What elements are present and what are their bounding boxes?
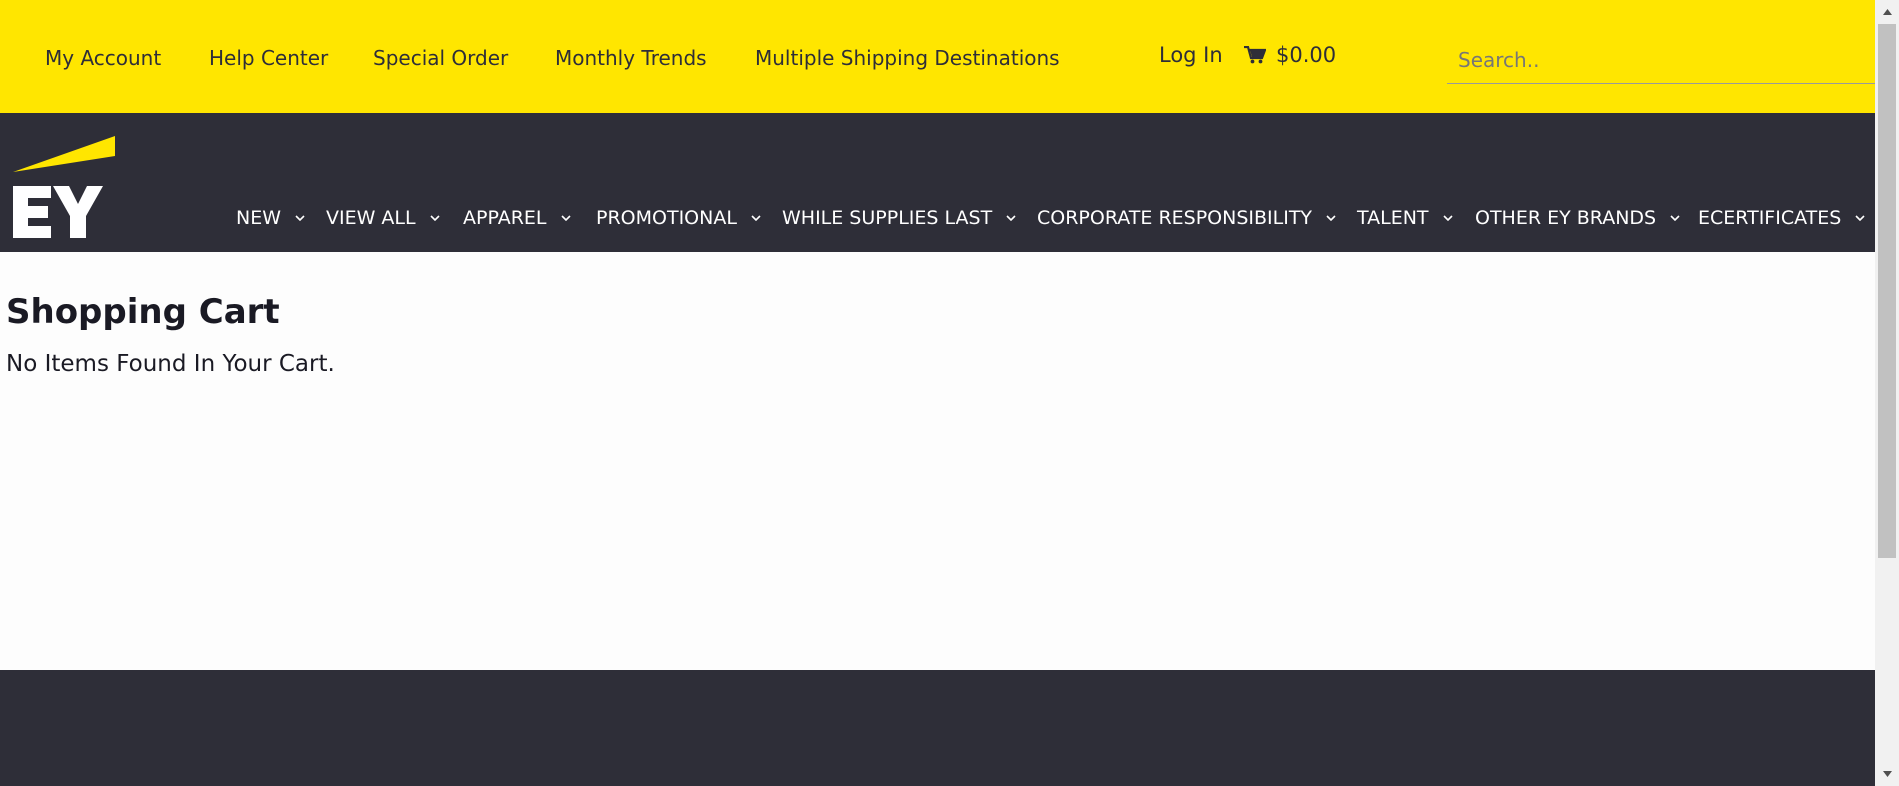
footer	[0, 670, 1875, 786]
scrollbar-thumb[interactable]	[1878, 24, 1896, 558]
nav-item-new[interactable]: NEW	[236, 205, 305, 231]
main-nav	[0, 113, 1875, 252]
utility-bar: My Account Help Center Special Order Mon…	[0, 0, 1875, 113]
nav-item-label: ECERTIFICATES	[1698, 207, 1842, 229]
chevron-down-icon	[295, 215, 305, 221]
chevron-down-icon	[1006, 215, 1016, 221]
my-account-link[interactable]: My Account	[45, 44, 161, 72]
chevron-down-icon	[1326, 215, 1336, 221]
multiple-shipping-destinations-link[interactable]: Multiple Shipping Destinations	[755, 44, 1060, 72]
ey-logo[interactable]	[11, 134, 117, 241]
nav-item-label: CORPORATE RESPONSIBILITY	[1037, 207, 1313, 229]
nav-item-label: VIEW ALL	[326, 207, 416, 229]
nav-item-corporate-responsibility[interactable]: CORPORATE RESPONSIBILITY	[1037, 205, 1336, 231]
nav-item-other-ey-brands[interactable]: OTHER EY BRANDS	[1475, 205, 1680, 231]
nav-item-label: WHILE SUPPLIES LAST	[782, 207, 993, 229]
nav-item-promotional[interactable]: PROMOTIONAL	[596, 205, 761, 231]
nav-item-label: TALENT	[1357, 207, 1429, 229]
nav-item-label: NEW	[236, 207, 282, 229]
nav-item-talent[interactable]: TALENT	[1357, 205, 1453, 231]
shopping-cart-icon	[1244, 46, 1266, 64]
cart-link[interactable]: $0.00	[1244, 41, 1336, 69]
chevron-down-icon	[1855, 215, 1865, 221]
nav-item-apparel[interactable]: APPAREL	[463, 205, 571, 231]
nav-item-label: OTHER EY BRANDS	[1475, 207, 1657, 229]
vertical-scrollbar[interactable]	[1875, 0, 1899, 786]
nav-item-label: PROMOTIONAL	[596, 207, 737, 229]
nav-item-ecertificates[interactable]: ECERTIFICATES	[1698, 205, 1865, 231]
special-order-link[interactable]: Special Order	[373, 44, 508, 72]
nav-item-label: APPAREL	[463, 207, 547, 229]
empty-cart-message: No Items Found In Your Cart.	[6, 351, 335, 377]
chevron-down-icon	[1442, 215, 1453, 221]
login-link[interactable]: Log In	[1159, 41, 1223, 69]
nav-item-while-supplies-last[interactable]: WHILE SUPPLIES LAST	[782, 205, 1016, 231]
monthly-trends-link[interactable]: Monthly Trends	[555, 44, 707, 72]
help-center-link[interactable]: Help Center	[209, 44, 328, 72]
cart-total: $0.00	[1276, 43, 1337, 67]
chevron-down-icon	[560, 215, 571, 221]
scroll-up-arrow-icon[interactable]	[1875, 2, 1899, 22]
page-title: Shopping Cart	[6, 292, 280, 332]
chevron-down-icon	[1670, 215, 1680, 221]
search-input[interactable]	[1447, 36, 1875, 84]
scroll-down-arrow-icon[interactable]	[1875, 764, 1899, 784]
chevron-down-icon	[751, 215, 761, 221]
nav-item-view-all[interactable]: VIEW ALL	[326, 205, 440, 231]
chevron-down-icon	[430, 215, 440, 221]
